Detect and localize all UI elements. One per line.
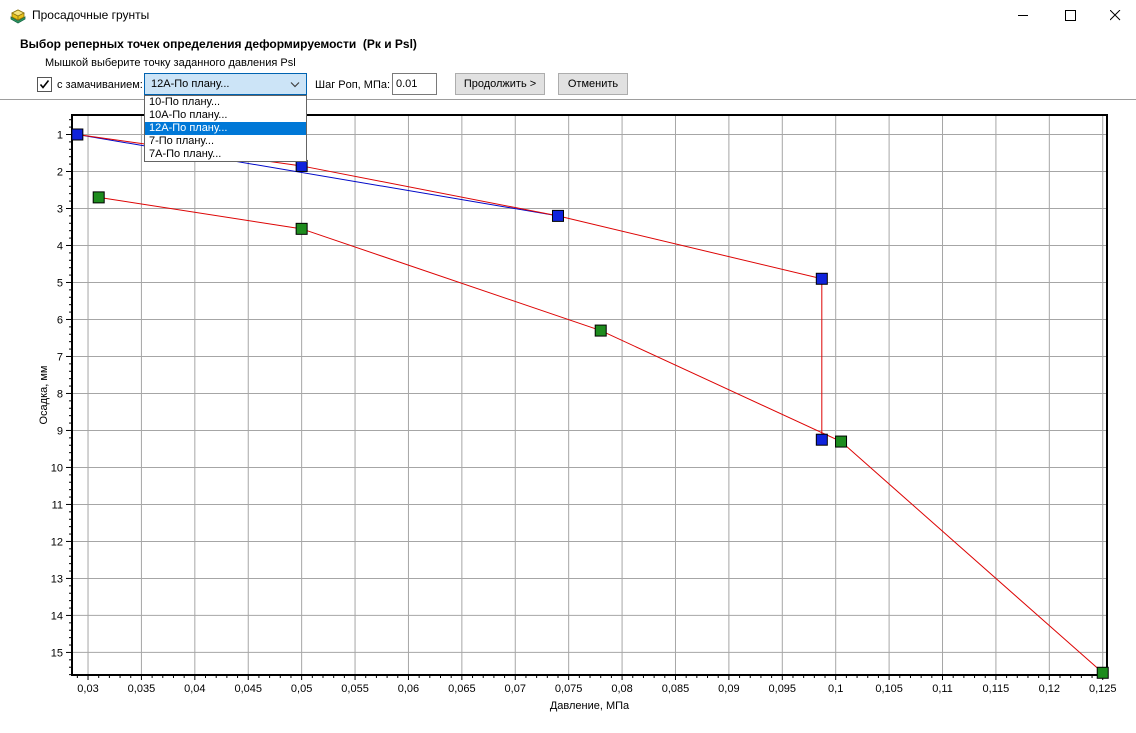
x-tick-label: 0,115 <box>983 683 1010 695</box>
x-tick-label: 0,125 <box>1089 683 1117 695</box>
y-tick-label: 15 <box>51 647 63 659</box>
x-tick-label: 0,11 <box>932 683 953 695</box>
step-label: Шаг Pоп, МПа: <box>315 79 391 91</box>
x-axis-title: Давление, МПа <box>550 700 630 712</box>
y-tick-label: 14 <box>51 610 63 622</box>
maximize-icon <box>1064 9 1076 21</box>
y-tick-label: 2 <box>57 166 63 178</box>
sample-dropdown-list: 10-По плану... 10А-По плану... 12А-По план… <box>144 95 307 162</box>
data-point-marker-curve-blue-squares[interactable] <box>71 128 84 141</box>
data-point-marker-curve-green-squares[interactable] <box>92 191 105 204</box>
y-tick-label: 7 <box>57 351 63 363</box>
dropdown-item[interactable]: 7А-По плану... <box>145 148 306 161</box>
soak-checkbox[interactable] <box>37 77 52 92</box>
x-tick-label: 0,09 <box>718 683 739 695</box>
dropdown-item[interactable]: 10А-По плану... <box>145 109 306 122</box>
window-title: Просадочные грунты <box>32 8 150 22</box>
y-tick-label: 13 <box>51 573 63 585</box>
y-tick-label: 5 <box>57 277 63 289</box>
x-tick-label: 0,06 <box>398 683 419 695</box>
pressure-settlement-chart[interactable]: 0,03 0,035 0,04 0,045 0,05 0,055 0,06 0,065 0,07… <box>0 101 1136 733</box>
data-point-marker-curve-green-squares[interactable] <box>295 222 308 235</box>
y-tick-label: 8 <box>57 388 63 400</box>
x-tick-label: 0,05 <box>291 683 312 695</box>
y-tick-label: 10 <box>51 462 63 474</box>
soak-checkbox-label: с замачиванием: <box>57 79 143 91</box>
plot-border <box>71 114 1108 676</box>
x-tick-label: 0,12 <box>1039 683 1060 695</box>
close-button[interactable] <box>1094 0 1136 30</box>
data-point-marker-curve-blue-squares[interactable] <box>295 159 308 172</box>
x-tick-label: 0,04 <box>184 683 205 695</box>
data-point-marker-curve-green-squares[interactable] <box>1096 666 1109 679</box>
x-tick-label: 0,105 <box>875 683 903 695</box>
minimize-button[interactable] <box>1000 0 1046 30</box>
y-tick-label: 6 <box>57 314 63 326</box>
y-tick-label: 1 <box>57 129 63 141</box>
close-icon <box>1109 9 1120 20</box>
x-tick-label: 0,065 <box>448 683 476 695</box>
minimize-icon <box>1017 14 1028 16</box>
dropdown-item[interactable]: 7-По плану... <box>145 135 306 148</box>
y-tick-label: 11 <box>52 499 63 511</box>
data-point-marker-curve-blue-squares[interactable] <box>815 433 828 446</box>
x-tick-label: 0,03 <box>77 683 98 695</box>
x-tick-label: 0,075 <box>555 683 583 695</box>
dropdown-item[interactable]: 10-По плану... <box>145 96 306 109</box>
x-tick-label: 0,055 <box>341 683 369 695</box>
page-title: Выбор реперных точек определения деформи… <box>20 37 417 51</box>
y-tick-label: 9 <box>57 425 63 437</box>
continue-button[interactable]: Продолжить > <box>455 73 545 95</box>
check-icon <box>39 80 50 89</box>
y-tick-label: 3 <box>57 203 63 215</box>
step-input[interactable] <box>392 73 437 95</box>
app-icon <box>10 9 26 24</box>
x-tick-label: 0,095 <box>769 683 797 695</box>
data-point-marker-curve-blue-squares[interactable] <box>815 272 828 285</box>
x-tick-label: 0,045 <box>234 683 262 695</box>
cancel-button[interactable]: Отменить <box>558 73 628 95</box>
x-tick-label: 0,07 <box>505 683 526 695</box>
x-tick-label: 0,085 <box>662 683 690 695</box>
series-line-curve-green-squares <box>98 196 1104 674</box>
data-point-marker-curve-green-squares[interactable] <box>594 324 607 337</box>
data-point-marker-curve-blue-squares[interactable] <box>551 209 564 222</box>
chevron-down-icon <box>290 81 300 87</box>
y-axis-title: Осадка, мм <box>38 365 50 424</box>
title-bar: Просадочные грунты <box>0 0 1136 30</box>
x-tick-label: 0,035 <box>128 683 156 695</box>
x-tick-label: 0,1 <box>828 683 843 695</box>
y-tick-label: 12 <box>51 536 63 548</box>
x-tick-label: 0,08 <box>611 683 632 695</box>
sample-combobox-value: 12А-По плану... <box>151 78 230 90</box>
page-subtitle: Мышкой выберите точку заданного давления… <box>45 57 296 69</box>
dropdown-item[interactable]: 12А-По плану... <box>145 122 306 135</box>
y-tick-label: 4 <box>57 240 63 252</box>
sample-combobox[interactable]: 12А-По плану... <box>144 73 307 95</box>
data-point-marker-curve-green-squares[interactable] <box>835 435 848 448</box>
maximize-button[interactable] <box>1047 0 1093 30</box>
